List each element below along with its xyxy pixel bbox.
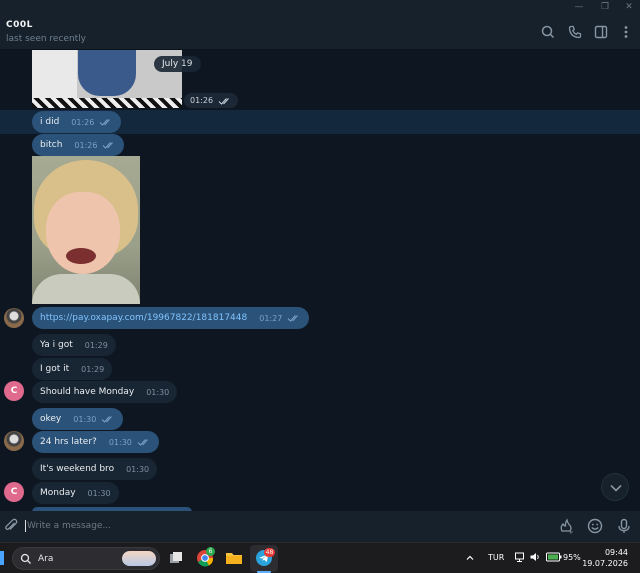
maximize-button[interactable]: ❐ xyxy=(592,0,618,14)
read-checkmarks-icon xyxy=(99,119,111,126)
svg-text:w: w xyxy=(570,530,574,535)
attach-icon[interactable] xyxy=(2,517,20,535)
file-explorer-icon[interactable] xyxy=(223,547,245,569)
message-bubble-incoming[interactable]: I got it 01:29 xyxy=(32,358,113,380)
message-link[interactable]: https://pay.oxapay.com/19967822/18181744… xyxy=(40,313,247,323)
emoji-icon[interactable] xyxy=(586,517,604,535)
contact-status: last seen recently xyxy=(6,34,87,44)
clock-date: 19.07.2026 xyxy=(582,559,628,568)
search-highlight-image xyxy=(122,551,156,566)
text-cursor xyxy=(25,520,26,532)
message-bubble-incoming[interactable]: Monday 01:30 xyxy=(32,482,119,504)
read-checkmarks-icon xyxy=(101,416,113,423)
clock-time: 09:44 xyxy=(604,548,628,557)
message-time: 01:30 xyxy=(73,414,97,424)
taskbar-clock[interactable]: 09:44 19.07.2026 xyxy=(582,547,628,569)
phone-icon[interactable] xyxy=(566,23,584,41)
message-bubble-incoming[interactable]: It's weekend bro 01:30 xyxy=(32,458,158,480)
photo-message[interactable] xyxy=(32,156,140,304)
chat-header[interactable]: C00L last seen recently xyxy=(0,14,640,50)
read-checkmarks-icon xyxy=(287,315,299,322)
message-time: 01:29 xyxy=(84,340,108,350)
chevron-down-icon xyxy=(610,484,622,492)
contact-name[interactable]: C00L xyxy=(6,20,33,30)
message-text: Should have Monday xyxy=(40,387,135,397)
message-time: 01:26 xyxy=(74,140,98,150)
message-bubble-outgoing[interactable]: bitch 01:26 xyxy=(32,134,125,156)
search-label: Ara xyxy=(38,554,54,564)
network-icon[interactable] xyxy=(514,551,526,563)
message-time: 01:27 xyxy=(259,313,283,323)
contact-avatar[interactable] xyxy=(4,431,24,451)
more-options-icon[interactable] xyxy=(617,23,635,41)
taskbar-search[interactable]: Ara xyxy=(12,547,160,570)
message-time: 01:26 xyxy=(71,117,95,127)
message-text: Monday xyxy=(40,488,76,498)
sidebar-toggle-icon[interactable] xyxy=(592,23,610,41)
message-time: 01:30 xyxy=(108,437,132,447)
speaker-icon[interactable] xyxy=(529,551,541,563)
close-window-button[interactable]: ✕ xyxy=(616,0,640,14)
photo-content xyxy=(66,248,96,264)
message-input[interactable]: Write a message... xyxy=(27,521,111,531)
message-composer[interactable]: Write a message... w xyxy=(0,511,640,542)
message-time: 01:29 xyxy=(81,364,105,374)
message-text: okey xyxy=(40,414,62,424)
battery-percent: 95% xyxy=(563,553,581,562)
photo-content xyxy=(32,274,140,304)
contact-avatar[interactable]: C xyxy=(4,381,24,401)
message-text: 24 hrs later? xyxy=(40,437,97,447)
contact-avatar[interactable]: C xyxy=(4,482,24,502)
telegram-badge: 48 xyxy=(264,548,275,557)
chrome-badge: 6 xyxy=(206,547,215,556)
search-icon xyxy=(20,553,31,564)
message-time: 01:30 xyxy=(87,488,111,498)
date-badge-text: July 19 xyxy=(162,59,193,69)
chevron-up-icon[interactable] xyxy=(465,553,475,563)
start-button[interactable] xyxy=(0,551,4,565)
search-icon[interactable] xyxy=(539,23,557,41)
message-time: 01:30 xyxy=(146,387,170,397)
battery-icon[interactable] xyxy=(546,552,562,562)
message-text: i did xyxy=(40,117,60,127)
date-badge: July 19 xyxy=(154,56,201,72)
message-bubble-outgoing[interactable]: okey 01:30 xyxy=(32,408,124,430)
microphone-icon[interactable] xyxy=(615,517,633,535)
language-indicator[interactable]: TUR xyxy=(488,553,504,562)
read-checkmarks-icon xyxy=(103,142,114,149)
message-time: 01:26 xyxy=(190,96,214,105)
message-text: bitch xyxy=(40,140,63,150)
scroll-to-bottom-button[interactable] xyxy=(601,473,629,501)
minimize-button[interactable]: — xyxy=(566,0,592,14)
task-view-icon[interactable] xyxy=(165,547,187,569)
message-bubble-outgoing[interactable]: https://pay.oxapay.com/19967822/18181744… xyxy=(32,307,310,329)
photo-content xyxy=(78,50,136,96)
message-bubble-outgoing[interactable]: 24 hrs later? 01:30 xyxy=(32,431,159,453)
message-bubble-incoming[interactable]: Should have Monday 01:30 xyxy=(32,381,178,403)
message-bubble-outgoing[interactable]: i did 01:26 xyxy=(32,111,122,133)
bot-commands-icon[interactable]: w xyxy=(557,517,575,535)
message-list[interactable]: July 19 01:26 i did 01:26 bitch 01:26 ht… xyxy=(0,50,640,511)
message-text: It's weekend bro xyxy=(40,464,115,474)
read-checkmarks-icon xyxy=(218,97,229,105)
contact-avatar[interactable] xyxy=(4,308,24,328)
taskbar: Ara 6 48 TUR 95% 09:44 19.07.2026 xyxy=(0,542,640,573)
message-text: Ya i got xyxy=(40,340,73,350)
photo-content xyxy=(32,98,182,108)
photo-time-badge: 01:26 xyxy=(184,93,239,108)
message-bubble-incoming[interactable]: Ya i got 01:29 xyxy=(32,334,116,356)
read-checkmarks-icon xyxy=(137,439,148,446)
window-titlebar: — ❐ ✕ xyxy=(0,0,640,14)
message-time: 01:30 xyxy=(126,464,150,474)
message-text: I got it xyxy=(40,364,70,374)
